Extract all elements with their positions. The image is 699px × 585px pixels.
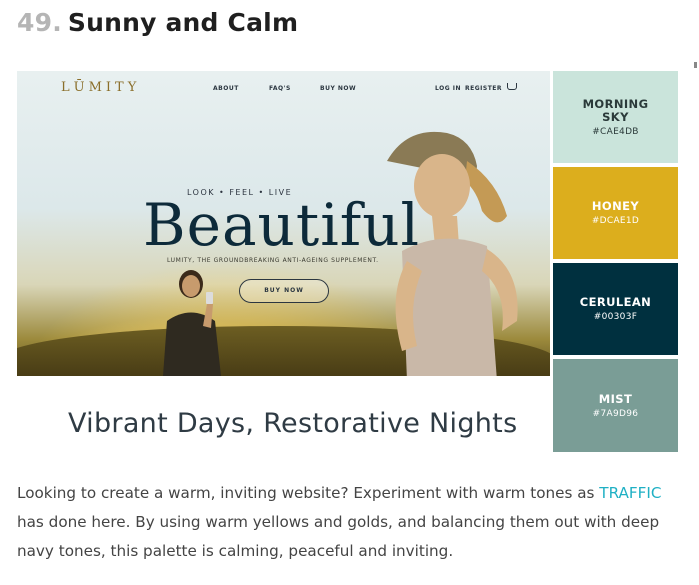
swatch-hex: #7A9D96: [592, 408, 639, 419]
swatch-hex: #00303F: [593, 312, 638, 322]
brand-logo[interactable]: LŪMITY: [61, 80, 140, 95]
nav-link-buy-now[interactable]: BUY NOW: [320, 85, 356, 92]
nav-link-faqs[interactable]: FAQ'S: [269, 85, 291, 92]
traffic-link[interactable]: TRAFFIC: [599, 484, 661, 502]
swatch-hex: #DCAE1D: [591, 216, 640, 226]
swatch-hex: #CAE4DB: [592, 126, 639, 137]
hero-buy-now-button[interactable]: BUY NOW: [239, 279, 329, 303]
swatch-name: MIST: [598, 391, 633, 406]
nav-link-about[interactable]: ABOUT: [213, 85, 239, 92]
swatch-name: MORNING SKY: [582, 96, 649, 124]
swatch-cerulean: CERULEAN #00303F: [553, 263, 678, 355]
hero-image: LŪMITY ABOUT FAQ'S BUY NOW LOG IN REGIST…: [17, 71, 550, 376]
body-paragraph: Looking to create a warm, inviting websi…: [17, 479, 687, 566]
section-heading: 49. Sunny and Calm: [17, 8, 298, 48]
section-number: 49.: [17, 8, 62, 37]
swatch-mist: MIST #7A9D96: [553, 359, 678, 452]
hero-subline: LUMITY, THE GROUNDBREAKING ANTI-AGEING S…: [167, 257, 379, 264]
cart-icon[interactable]: [507, 83, 517, 90]
hero-headline: Beautiful: [143, 191, 421, 259]
swatch-honey: HONEY #DCAE1D: [553, 167, 678, 259]
hero-nav: LŪMITY ABOUT FAQ'S BUY NOW LOG IN REGIST…: [17, 71, 550, 101]
nav-link-register[interactable]: REGISTER: [465, 85, 502, 92]
edge-mark: [694, 62, 697, 68]
body-text-before: Looking to create a warm, inviting websi…: [17, 484, 600, 502]
swatch-name: CERULEAN: [579, 295, 652, 309]
person-with-phone: [163, 270, 221, 376]
body-text-after: has done here. By using warm yellows and…: [17, 513, 660, 560]
swatch-name: HONEY: [591, 199, 640, 213]
nav-link-login[interactable]: LOG IN: [435, 85, 461, 92]
section-title: Sunny and Calm: [67, 8, 299, 37]
swatch-morning-sky: MORNING SKY #CAE4DB: [553, 71, 678, 163]
image-caption: Vibrant Days, Restorative Nights: [68, 408, 518, 439]
